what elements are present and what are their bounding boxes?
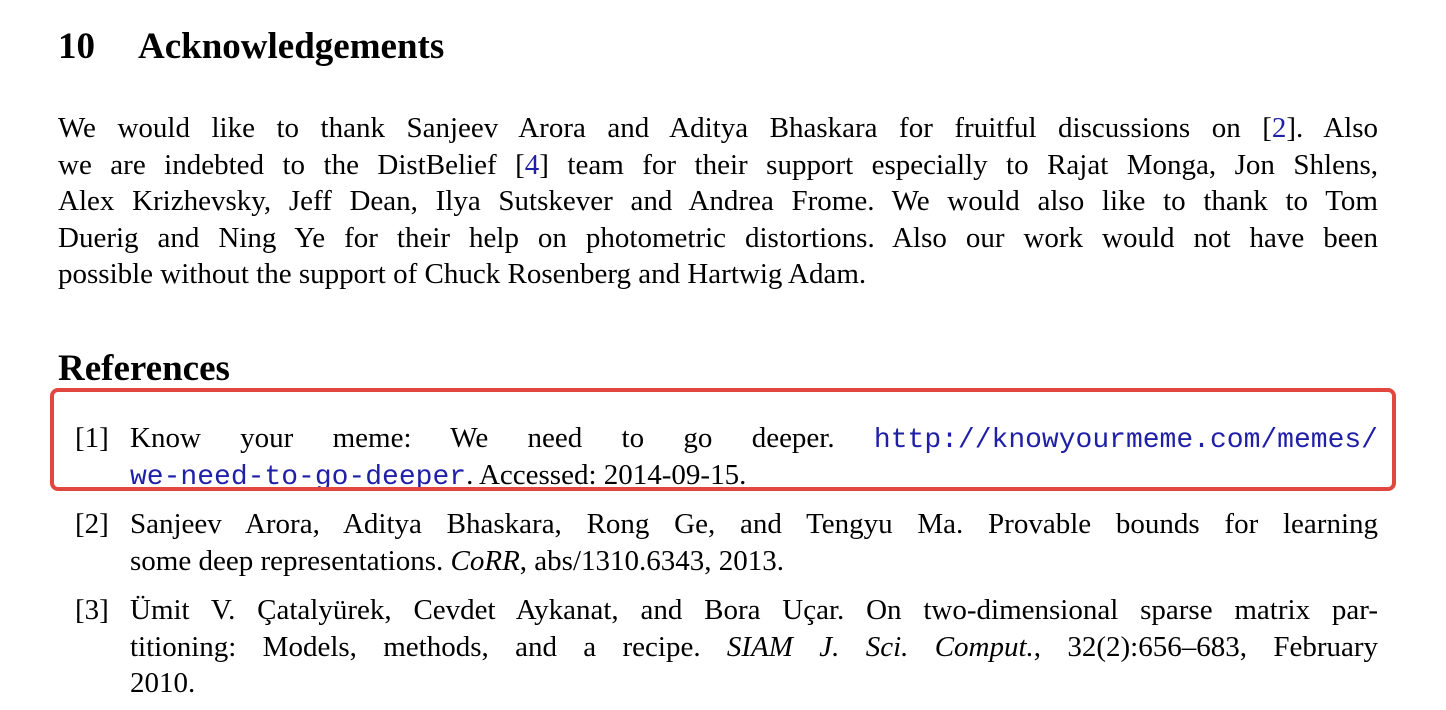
reference-label: [2] bbox=[75, 508, 109, 540]
reference-text: some deep representations. bbox=[130, 544, 451, 577]
reference-venue: CoRR bbox=[450, 544, 520, 577]
citation-link[interactable]: 2 bbox=[1272, 112, 1287, 144]
ack-text: we are indebted to the DistBelief [ bbox=[58, 148, 525, 181]
reference-label: [3] bbox=[75, 594, 109, 626]
ack-line: Duerig and Ning Ye for their help on pho… bbox=[58, 220, 1378, 257]
ack-line: We would like to thank Sanjeev Arora and… bbox=[58, 110, 1378, 147]
section-heading: 10 Acknowledgements bbox=[58, 26, 444, 68]
reference-text: titioning: Models, methods, and a recipe… bbox=[130, 630, 727, 663]
ack-text: ]. Also bbox=[1286, 112, 1378, 144]
ack-line: Alex Krizhevsky, Jeff Dean, Ilya Sutskev… bbox=[58, 183, 1378, 220]
reference-body: Sanjeev Arora, Aditya Bhaskara, Rong Ge,… bbox=[130, 506, 1378, 579]
ack-line: possible without the support of Chuck Ro… bbox=[58, 256, 1378, 293]
section-number: 10 bbox=[58, 26, 95, 67]
reference-text: , abs/1310.6343, 2013. bbox=[519, 544, 785, 577]
reference-line: Ümit V. Çatalyürek, Cevdet Aykanat, and … bbox=[130, 594, 1378, 626]
ack-text: possible without the support of Chuck Ro… bbox=[58, 258, 867, 290]
section-title: Acknowledgements bbox=[138, 26, 445, 67]
ack-text: Duerig and Ning Ye for their help on pho… bbox=[58, 221, 1378, 254]
reference-body: Ümit V. Çatalyürek, Cevdet Aykanat, and … bbox=[130, 592, 1378, 702]
citation-link[interactable]: 4 bbox=[525, 149, 540, 181]
acknowledgements-paragraph: We would like to thank Sanjeev Arora and… bbox=[58, 110, 1378, 293]
ack-text: We would like to thank Sanjeev Arora and… bbox=[58, 112, 1272, 144]
reference-line: titioning: Models, methods, and a recipe… bbox=[130, 629, 1378, 666]
reference-line: 2010. bbox=[130, 667, 196, 699]
reference-venue: SIAM J. Sci. Comput. bbox=[726, 630, 1034, 663]
ack-text: ] team for their support especially to R… bbox=[539, 148, 1378, 181]
highlight-box bbox=[50, 388, 1396, 491]
ack-line: we are indebted to the DistBelief [4] te… bbox=[58, 147, 1378, 184]
ack-text: Alex Krizhevsky, Jeff Dean, Ilya Sutskev… bbox=[58, 185, 1378, 217]
reference-text: , 32(2):656–683, February bbox=[1033, 630, 1379, 663]
references-heading: References bbox=[58, 348, 230, 389]
reference-line: Sanjeev Arora, Aditya Bhaskara, Rong Ge,… bbox=[130, 508, 1378, 540]
reference-line: some deep representations. CoRR, abs/131… bbox=[130, 543, 1378, 580]
